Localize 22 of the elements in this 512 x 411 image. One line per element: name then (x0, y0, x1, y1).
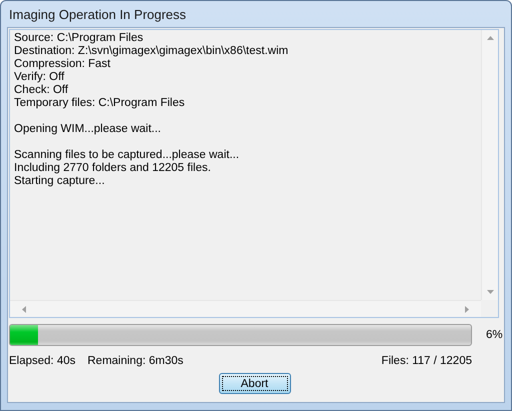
log-line: Scanning files to be captured...please wait... (14, 149, 240, 162)
vertical-scrollbar[interactable] (481, 30, 498, 300)
log-line: Destination: Z:\svn\gimagex\gimagex\bin\x86\test.wim (14, 45, 290, 58)
log-line: Verify: Off (14, 71, 66, 84)
scroll-up-icon[interactable] (486, 36, 494, 40)
scroll-left-icon[interactable] (22, 306, 26, 312)
log-line: Check: Off (14, 84, 70, 97)
log-line: Compression: Fast (14, 58, 112, 71)
files-count-label: Files: 117 / 12205 (381, 355, 472, 367)
log-line: Temporary files: C:\Program Files (14, 97, 186, 110)
elapsed-label: Elapsed: 40s (9, 355, 76, 367)
remaining-label: Remaining: 6m30s (88, 355, 184, 367)
percent-label: 6% (486, 329, 503, 341)
horizontal-scrollbar[interactable] (10, 300, 481, 317)
scroll-right-icon[interactable] (465, 306, 469, 312)
window-title: Imaging Operation In Progress (9, 6, 186, 22)
log-line: Including 2770 folders and 12205 files. (14, 162, 212, 175)
log-line: Opening WIM...please wait... (14, 123, 162, 136)
log-line: Source: C:\Program Files (14, 32, 144, 45)
abort-button[interactable]: Abort (218, 373, 290, 394)
log-line: Starting capture... (14, 175, 106, 188)
scroll-down-icon[interactable] (486, 290, 494, 294)
